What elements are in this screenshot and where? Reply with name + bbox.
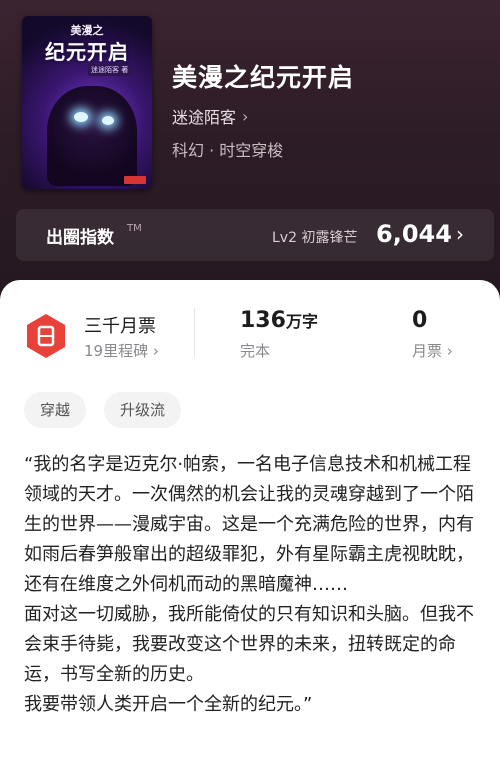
tag-chip[interactable]: 穿越 (24, 392, 87, 428)
cover-glow (102, 116, 114, 125)
chevron-right-icon: › (456, 222, 464, 246)
completion-status: 完本 (240, 342, 271, 360)
cover-tag-text: 迷途陌客 著 (88, 64, 132, 76)
monthly-ticket-count: 0 (412, 308, 428, 333)
popularity-level: Lv2 初露锋芒 (272, 230, 358, 246)
book-cover[interactable]: 美漫之 纪元开启 迷途陌客 著 (22, 16, 152, 189)
author-link[interactable]: 迷途陌客 › (172, 104, 248, 128)
ticket-icon (27, 314, 65, 358)
monthly-ticket-link[interactable]: 月票 › (412, 340, 453, 361)
book-description: “我的名字是迈克尔·帕索，一名电子信息技术和机械工程领域的天才。一次偶然的机会让… (24, 454, 474, 715)
book-info-card: 三千月票 19里程碑 › 136万字 完本 0 月票 › 穿越 升级流 “我的名… (0, 280, 500, 774)
genre-text: 科幻 · 时空穿梭 (172, 141, 284, 160)
cover-publisher-badge (124, 176, 146, 184)
word-count: 136万字 (240, 308, 318, 333)
popularity-score: 6,044 (376, 220, 452, 248)
tag-chip[interactable]: 升级流 (104, 392, 182, 428)
milestone-text: 19里程碑 (84, 342, 149, 360)
author-name: 迷途陌客 (172, 108, 237, 127)
word-count-unit: 万字 (285, 312, 318, 331)
stats-divider (194, 308, 195, 358)
chevron-right-icon: › (446, 342, 453, 360)
chevron-right-icon: › (152, 342, 159, 360)
chevron-right-icon: › (242, 106, 249, 126)
monthly-ticket-label: 月票 (412, 342, 443, 360)
popularity-index-label: 出圈指数 (46, 228, 114, 248)
cover-figure (47, 86, 137, 186)
cover-title-text: 纪元开启 (45, 40, 129, 64)
monthly-ticket-tier: 三千月票 (84, 316, 156, 337)
cover-glow (74, 112, 88, 122)
milestone-link[interactable]: 19里程碑 › (84, 340, 159, 361)
trademark-mark: TM (127, 223, 142, 234)
book-title: 美漫之纪元开启 (172, 63, 355, 92)
word-count-number: 136 (240, 308, 286, 333)
popularity-index-bar[interactable]: 出圈指数 TM Lv2 初露锋芒 6,044 › (16, 209, 494, 261)
book-header: 美漫之 纪元开启 迷途陌客 著 美漫之纪元开启 迷途陌客 › 科幻 · 时空穿梭… (0, 0, 500, 300)
